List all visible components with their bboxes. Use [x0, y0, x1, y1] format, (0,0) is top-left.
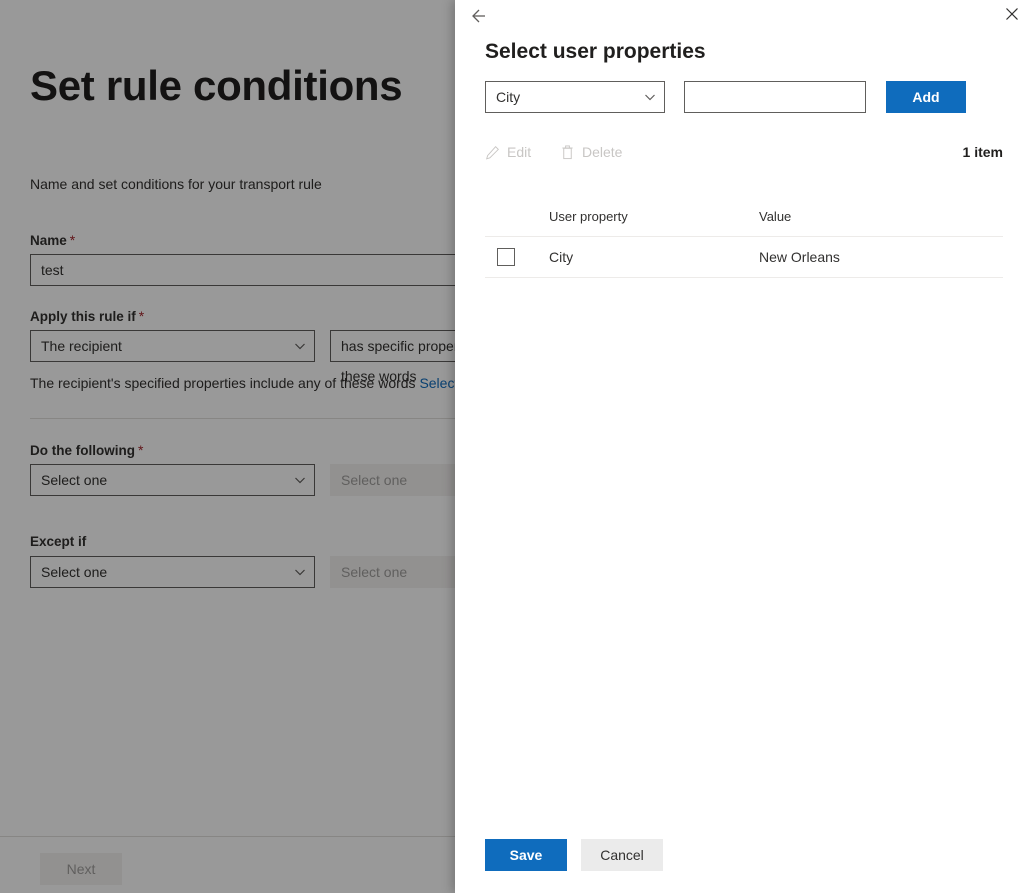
- panel-title: Select user properties: [485, 40, 706, 64]
- except-if-secondary-dropdown: Select one: [330, 556, 455, 588]
- page-title: Set rule conditions: [30, 62, 402, 110]
- save-button-label: Save: [510, 847, 543, 863]
- user-properties-table: User property Value City New Orleans: [485, 205, 1003, 278]
- name-input[interactable]: test: [30, 254, 455, 286]
- item-count: 1 item: [963, 139, 1003, 165]
- chevron-down-icon: [644, 82, 656, 112]
- do-following-secondary-dropdown: Select one: [330, 464, 455, 496]
- property-value-input[interactable]: [684, 81, 866, 113]
- do-following-value: Select one: [41, 472, 107, 488]
- delete-command-label: Delete: [582, 144, 622, 160]
- chevron-down-icon: [294, 465, 306, 495]
- panel-footer: Save Cancel: [455, 825, 1033, 893]
- save-button[interactable]: Save: [485, 839, 567, 871]
- cell-user-property: City: [549, 237, 573, 277]
- cancel-button[interactable]: Cancel: [581, 839, 663, 871]
- do-following-dropdown[interactable]: Select one: [30, 464, 315, 496]
- table-header-row: User property Value: [485, 205, 1003, 237]
- column-header-user-property[interactable]: User property: [549, 205, 628, 229]
- delete-command[interactable]: Delete: [560, 139, 622, 165]
- select-words-link[interactable]: Select words: [419, 375, 455, 391]
- next-button[interactable]: Next: [40, 853, 122, 885]
- name-label-text: Name: [30, 233, 67, 248]
- section-divider: [30, 418, 455, 419]
- add-button-label: Add: [912, 89, 939, 105]
- do-following-label-text: Do the following: [30, 443, 135, 458]
- condition-helper-text: The recipient's specified properties inc…: [30, 375, 455, 391]
- background-page: Set rule conditions Name and set conditi…: [0, 0, 455, 893]
- property-select-value: City: [496, 89, 520, 105]
- required-asterisk: *: [67, 232, 75, 248]
- table-row[interactable]: City New Orleans: [485, 237, 1003, 278]
- condition-helper-prefix: The recipient's specified properties inc…: [30, 375, 419, 391]
- back-button[interactable]: [465, 2, 497, 34]
- cell-value: New Orleans: [759, 237, 840, 277]
- close-icon: [1005, 7, 1019, 26]
- required-asterisk: *: [135, 442, 143, 458]
- except-if-secondary-value: Select one: [341, 564, 407, 580]
- next-button-label: Next: [67, 861, 96, 877]
- name-input-value: test: [41, 262, 64, 278]
- do-following-secondary-value: Select one: [341, 472, 407, 488]
- apply-rule-label-text: Apply this rule if: [30, 309, 136, 324]
- add-button[interactable]: Add: [886, 81, 966, 113]
- pencil-icon: [485, 145, 500, 160]
- chevron-down-icon: [294, 331, 306, 361]
- close-button[interactable]: [996, 0, 1028, 32]
- footer-divider: [0, 836, 455, 837]
- name-label: Name*: [30, 232, 75, 248]
- trash-icon: [560, 145, 575, 160]
- property-select-dropdown[interactable]: City: [485, 81, 665, 113]
- except-if-dropdown[interactable]: Select one: [30, 556, 315, 588]
- required-asterisk: *: [136, 308, 144, 324]
- row-select-checkbox[interactable]: [497, 248, 515, 266]
- cancel-button-label: Cancel: [600, 847, 644, 863]
- chevron-down-icon: [294, 557, 306, 587]
- command-bar: Edit Delete 1 item: [485, 139, 1003, 165]
- apply-operator-dropdown[interactable]: has specific properties including any of…: [330, 330, 455, 362]
- except-if-label-text: Except if: [30, 534, 86, 549]
- column-header-value[interactable]: Value: [759, 205, 791, 229]
- select-user-properties-panel: Select user properties City Add Edit: [455, 0, 1033, 893]
- except-if-value: Select one: [41, 564, 107, 580]
- edit-command[interactable]: Edit: [485, 139, 531, 165]
- apply-condition-value: The recipient: [41, 338, 122, 354]
- edit-command-label: Edit: [507, 144, 531, 160]
- page-subtitle: Name and set conditions for your transpo…: [30, 176, 322, 192]
- except-if-label: Except if: [30, 534, 86, 549]
- do-following-label: Do the following*: [30, 442, 143, 458]
- arrow-left-icon: [471, 8, 491, 29]
- apply-rule-label: Apply this rule if*: [30, 308, 144, 324]
- apply-condition-dropdown[interactable]: The recipient: [30, 330, 315, 362]
